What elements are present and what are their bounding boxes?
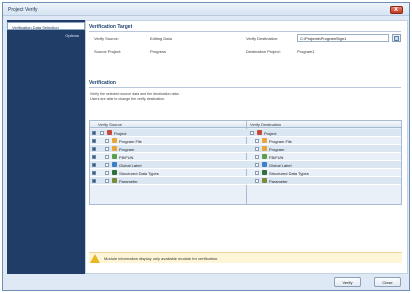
sidebar: Verification Data Selection Options — [7, 20, 85, 274]
folder-icon — [394, 36, 399, 41]
expand-toggle[interactable] — [105, 171, 109, 175]
warning-icon — [90, 254, 100, 263]
project-icon — [107, 130, 112, 135]
section-divider — [89, 31, 401, 32]
section-divider — [89, 87, 401, 88]
info-bar: Module information display only availabl… — [89, 252, 402, 263]
main-content: Verification Target Verify Source: Editi… — [85, 20, 408, 274]
verification-title: Verification — [89, 80, 116, 86]
expand-toggle[interactable] — [255, 155, 259, 159]
program-file-icon — [112, 138, 117, 143]
source-cell: Structured Data Types — [119, 171, 159, 176]
expand-toggle[interactable] — [105, 163, 109, 167]
source-project-label: Source Project: — [94, 49, 122, 54]
destination-cell: Project — [264, 131, 277, 136]
expand-toggle[interactable] — [105, 147, 109, 151]
source-cell: Global Label — [119, 163, 142, 168]
destination-project-label: Destination Project: — [246, 49, 281, 54]
source-cell: Parameter — [119, 179, 138, 184]
verify-destination-input[interactable]: C:\Projects\ProgramSign1 — [297, 34, 389, 42]
verify-data-grid: Verify Source Verify Destination Project… — [89, 120, 402, 205]
verify-destination-label: Verify Destination: — [246, 36, 279, 41]
close-icon: x — [394, 6, 398, 13]
column-header-verify-source: Verify Source — [98, 122, 122, 127]
column-header-verify-destination: Verify Destination — [250, 122, 282, 127]
window-title: Project Verify — [8, 7, 38, 13]
source-cell: Program — [119, 147, 135, 152]
expand-toggle[interactable] — [255, 139, 259, 143]
verification-target-title: Verification Target — [89, 24, 133, 30]
info-message: Module information display only availabl… — [104, 256, 219, 261]
row-checkbox[interactable] — [92, 131, 96, 135]
source-cell: FB/FUN — [119, 155, 134, 160]
destination-cell: FB/FUN — [269, 155, 284, 160]
grid-row-structured-data-types: Structured Data Types Structured Data Ty… — [90, 169, 401, 177]
expand-toggle[interactable] — [105, 155, 109, 159]
program-icon — [112, 146, 117, 151]
verify-button[interactable]: Verify — [334, 277, 361, 287]
global-label-icon — [262, 162, 267, 167]
source-cell: Project — [114, 131, 127, 136]
destination-project-value: Program1 — [297, 49, 315, 54]
close-button[interactable]: Close — [374, 277, 401, 287]
program-file-icon — [262, 138, 267, 143]
grid-row-program: Program Program — [90, 145, 401, 153]
structured-data-types-icon — [262, 170, 267, 175]
expand-toggle[interactable] — [105, 179, 109, 183]
sidebar-item-verification-data-selection[interactable]: Verification Data Selection — [7, 22, 85, 30]
row-checkbox[interactable] — [92, 171, 96, 175]
grid-row-project: Project Project — [90, 129, 401, 137]
source-cell: Program File — [119, 139, 142, 144]
destination-cell: Program File — [269, 139, 292, 144]
expand-toggle[interactable] — [255, 163, 259, 167]
row-checkbox[interactable] — [92, 179, 96, 183]
source-project-value: Progress — [150, 49, 167, 54]
global-label-icon — [112, 162, 117, 167]
verify-source-label: Verify Source: — [94, 36, 119, 41]
row-checkbox[interactable] — [92, 147, 96, 151]
title-bar: Project Verify x — [3, 3, 409, 16]
description-line: Users are able to change the verify dest… — [90, 97, 166, 101]
row-checkbox[interactable] — [92, 155, 96, 159]
collapse-toggle[interactable] — [100, 131, 104, 135]
browse-button[interactable] — [392, 34, 401, 42]
close-window-button[interactable]: x — [390, 6, 403, 14]
destination-cell: Parameter — [269, 179, 288, 184]
project-icon — [257, 130, 262, 135]
verify-source-value: Editing Data — [150, 36, 172, 41]
function-block-icon — [112, 154, 117, 159]
structured-data-types-icon — [112, 170, 117, 175]
expand-toggle[interactable] — [255, 147, 259, 151]
grid-row-parameter: Parameter Parameter — [90, 177, 401, 185]
destination-cell: Structured Data Types — [269, 171, 309, 176]
row-checkbox[interactable] — [92, 139, 96, 143]
verification-description: Verify the selected source data and the … — [90, 92, 390, 102]
destination-cell: Global Label — [269, 163, 292, 168]
destination-cell: Program — [269, 147, 285, 152]
program-icon — [262, 146, 267, 151]
parameter-icon — [112, 178, 117, 183]
expand-toggle[interactable] — [105, 139, 109, 143]
expand-toggle[interactable] — [255, 179, 259, 183]
project-verify-window: Project Verify x Verification Data Selec… — [2, 2, 410, 291]
function-block-icon — [262, 154, 267, 159]
grid-row-program-file: Program File Program File — [90, 137, 401, 145]
row-checkbox[interactable] — [92, 163, 96, 167]
collapse-toggle[interactable] — [250, 131, 254, 135]
grid-row-global-label: Global Label Global Label — [90, 161, 401, 169]
sidebar-item-options[interactable]: Options — [7, 31, 85, 39]
expand-toggle[interactable] — [255, 171, 259, 175]
parameter-icon — [262, 178, 267, 183]
grid-row-fb-fun: FB/FUN FB/FUN — [90, 153, 401, 161]
